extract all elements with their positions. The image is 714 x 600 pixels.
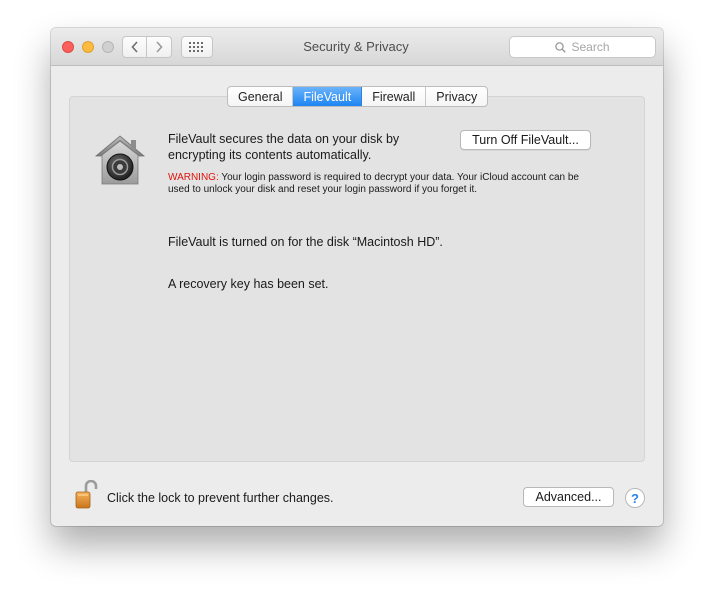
security-privacy-window: Security & Privacy Search General FileVa… bbox=[51, 28, 663, 526]
filevault-warning: WARNING: Your login password is required… bbox=[168, 172, 588, 196]
chevron-right-icon bbox=[156, 41, 163, 53]
search-icon bbox=[555, 41, 567, 53]
minimize-window-button[interactable] bbox=[82, 41, 94, 53]
grid-icon bbox=[189, 42, 203, 52]
search-field[interactable]: Search bbox=[509, 36, 656, 58]
advanced-button[interactable]: Advanced... bbox=[523, 487, 614, 507]
tab-privacy[interactable]: Privacy bbox=[426, 87, 487, 106]
lock-message: Click the lock to prevent further change… bbox=[107, 491, 334, 505]
zoom-window-button[interactable] bbox=[102, 41, 114, 53]
close-window-button[interactable] bbox=[62, 41, 74, 53]
title-bar: Security & Privacy Search bbox=[51, 28, 663, 66]
tab-bar: General FileVault Firewall Privacy bbox=[227, 86, 489, 107]
chevron-left-icon bbox=[130, 41, 138, 53]
tab-filevault[interactable]: FileVault bbox=[293, 87, 363, 106]
search-placeholder: Search bbox=[571, 40, 610, 54]
tab-general[interactable]: General bbox=[228, 87, 294, 106]
show-all-button[interactable] bbox=[181, 36, 213, 58]
tab-firewall[interactable]: Firewall bbox=[362, 87, 427, 106]
back-button[interactable] bbox=[122, 36, 147, 58]
lock-icon[interactable] bbox=[73, 479, 99, 515]
filevault-house-icon bbox=[93, 134, 147, 191]
forward-button[interactable] bbox=[147, 36, 172, 58]
warning-text: Your login password is required to decry… bbox=[168, 172, 579, 195]
help-button[interactable]: ? bbox=[625, 488, 645, 508]
filevault-disk-status: FileVault is turned on for the disk “Mac… bbox=[168, 235, 443, 249]
recovery-key-status: A recovery key has been set. bbox=[168, 277, 329, 291]
filevault-description: FileVault secures the data on your disk … bbox=[168, 132, 400, 162]
warning-label: WARNING: bbox=[168, 172, 219, 183]
turn-off-filevault-button[interactable]: Turn Off FileVault... bbox=[460, 130, 591, 150]
window-title: Security & Privacy bbox=[303, 39, 409, 54]
